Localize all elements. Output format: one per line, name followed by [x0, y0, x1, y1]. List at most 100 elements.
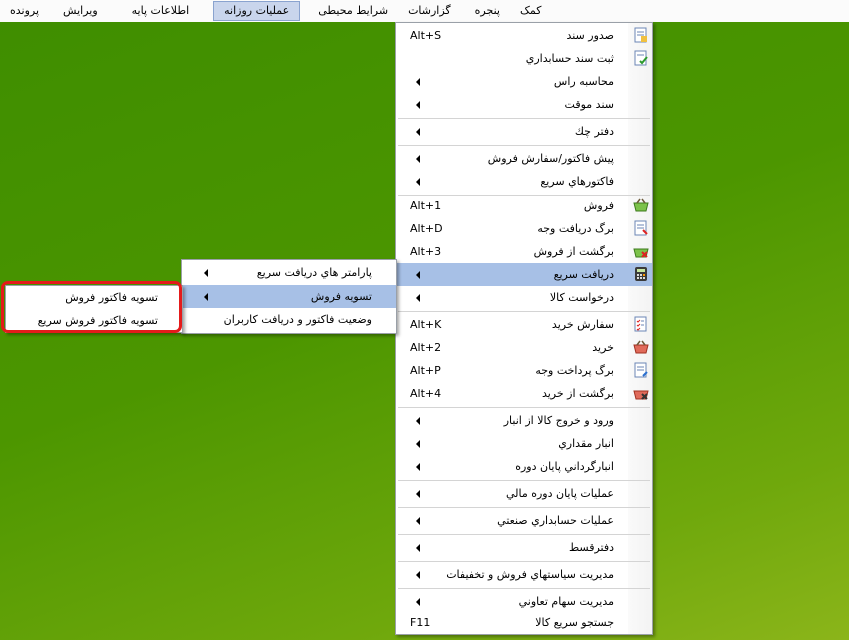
- menu-item-label: عمليات حسابداري صنعتي: [497, 514, 614, 527]
- menu-item-label: فاكتورهاي سريع: [540, 175, 614, 188]
- shortcut-text: Alt+3: [410, 245, 442, 258]
- menu-item-label: ثبت سند حسابداري: [525, 52, 614, 65]
- receipt-icon: [634, 220, 648, 236]
- quick-receive-submenu: پارامتر هاي دريافت سريع تسويه فروش وضعيت…: [181, 259, 397, 334]
- menu-item-installment-book[interactable]: دفترقسط: [396, 536, 652, 559]
- menu-item-quick-goods-search[interactable]: F11 جستجو سريع كالا: [396, 611, 652, 634]
- menu-item-sales[interactable]: Alt+1 فروش: [396, 194, 652, 217]
- submenu-arrow-icon: [416, 78, 420, 86]
- menu-item-label: سفارش خريد: [551, 318, 614, 331]
- menu-item-sales-policy-management[interactable]: مديريت سياستهاي فروش و تخفيفات: [396, 563, 652, 586]
- menu-item-label: انبار مقداري: [558, 437, 614, 450]
- submenu-arrow-icon: [416, 294, 420, 302]
- menu-item-checkbook[interactable]: دفتر چك: [396, 120, 652, 143]
- menu-item-period-end-stocktaking[interactable]: انبارگرداني پايان دوره: [396, 455, 652, 478]
- daily-operations-menu: Alt+S صدور سند ثبت سند حسابداري محاسبه ر…: [395, 22, 653, 635]
- menu-item-issue-voucher[interactable]: Alt+S صدور سند: [396, 24, 652, 47]
- menu-item-register-accounting-voucher[interactable]: ثبت سند حسابداري: [396, 47, 652, 70]
- shortcut-text: Alt+2: [410, 341, 442, 354]
- menu-item-label: برگشت از فروش: [533, 245, 614, 258]
- submenu-arrow-icon: [416, 440, 420, 448]
- menu-item-ras-calculation[interactable]: محاسبه راس: [396, 70, 652, 93]
- menu-file[interactable]: پرونده: [0, 1, 49, 21]
- document-check-icon: [634, 50, 648, 66]
- menu-item-label: برگشت از خريد: [541, 387, 614, 400]
- submenu-arrow-icon: [416, 463, 420, 471]
- menu-item-proforma-sales-order[interactable]: پيش فاكتور/سفارش فروش: [396, 147, 652, 170]
- highlight-callout-box: [1, 281, 182, 333]
- menu-separator: [398, 534, 650, 535]
- menu-item-label: جستجو سريع كالا: [535, 616, 614, 629]
- submenu-arrow-icon: [416, 101, 420, 109]
- menubar: پرونده ویرایش اطلاعات پایه عملیات روزانه…: [0, 0, 849, 23]
- menu-item-cooperative-shares[interactable]: مديريت سهام تعاوني: [396, 590, 652, 613]
- menu-item-purchase-order[interactable]: Alt+K سفارش خريد: [396, 313, 652, 336]
- shortcut-text: F11: [410, 616, 431, 629]
- menu-item-label: برگ دريافت وجه: [537, 222, 614, 235]
- menu-separator: [398, 145, 650, 146]
- submenu-arrow-icon: [204, 293, 208, 301]
- submenu-arrow-icon: [416, 417, 420, 425]
- checklist-icon: [634, 316, 647, 332]
- basket-red-return-icon: [633, 390, 649, 400]
- menu-item-label: وضعيت فاكتور و دريافت كاربران: [223, 313, 372, 326]
- submenu-item-sales-settlement[interactable]: تسويه فروش: [182, 285, 396, 308]
- shortcut-text: Alt+P: [410, 364, 441, 377]
- menu-item-payment-voucher[interactable]: Alt+P برگ پرداخت وجه: [396, 359, 652, 382]
- menu-item-receipt-voucher[interactable]: Alt+D برگ دريافت وجه: [396, 217, 652, 240]
- menu-item-quick-receive[interactable]: دريافت سريع: [396, 263, 652, 286]
- submenu-item-quick-receive-params[interactable]: پارامتر هاي دريافت سريع: [182, 261, 396, 284]
- menu-item-label: انبارگرداني پايان دوره: [515, 460, 614, 473]
- menu-item-label: درخواست كالا: [549, 291, 614, 304]
- menu-separator: [398, 480, 650, 481]
- submenu-arrow-icon: [416, 517, 420, 525]
- menu-reports[interactable]: گزارشات: [398, 1, 461, 21]
- menu-item-quick-invoices[interactable]: فاكتورهاي سريع: [396, 170, 652, 193]
- menu-environment[interactable]: شرایط محیطی: [308, 1, 398, 21]
- menu-item-warehouse-in-out[interactable]: ورود و خروج كالا از انبار: [396, 409, 652, 432]
- submenu-arrow-icon: [204, 269, 208, 277]
- payment-icon: [634, 362, 648, 378]
- menu-item-label: پيش فاكتور/سفارش فروش: [487, 152, 614, 165]
- shortcut-text: Alt+K: [410, 318, 442, 331]
- menu-separator: [398, 311, 650, 312]
- menu-item-temporary-voucher[interactable]: سند موقت: [396, 93, 652, 116]
- calculator-icon: [635, 267, 647, 281]
- menu-item-goods-request[interactable]: درخواست كالا: [396, 286, 652, 309]
- submenu-arrow-icon: [416, 271, 420, 279]
- menu-item-label: برگ پرداخت وجه: [535, 364, 614, 377]
- shortcut-text: Alt+S: [410, 29, 442, 42]
- menu-separator: [398, 407, 650, 408]
- menu-base-info[interactable]: اطلاعات پایه: [122, 1, 200, 21]
- submenu-item-invoice-user-status[interactable]: وضعيت فاكتور و دريافت كاربران: [182, 308, 396, 331]
- menu-item-industrial-accounting[interactable]: عمليات حسابداري صنعتي: [396, 509, 652, 532]
- menu-help[interactable]: کمک: [510, 1, 551, 21]
- menu-edit[interactable]: ویرایش: [53, 1, 108, 21]
- menu-separator: [398, 507, 650, 508]
- menu-item-label: ورود و خروج كالا از انبار: [503, 414, 614, 427]
- menu-item-fiscal-period-end[interactable]: عمليات پايان دوره مالي: [396, 482, 652, 505]
- menu-item-label: فروش: [583, 199, 614, 212]
- submenu-arrow-icon: [416, 178, 420, 186]
- menu-item-quantity-warehouse[interactable]: انبار مقداري: [396, 432, 652, 455]
- basket-red-icon: [633, 340, 649, 354]
- document-icon: [634, 27, 647, 43]
- menu-item-label: پارامتر هاي دريافت سريع: [256, 266, 372, 279]
- submenu-arrow-icon: [416, 490, 420, 498]
- menu-item-label: دريافت سريع: [553, 268, 614, 281]
- menu-item-purchase[interactable]: Alt+2 خريد: [396, 336, 652, 359]
- menu-item-label: محاسبه راس: [553, 75, 614, 88]
- submenu-arrow-icon: [416, 544, 420, 552]
- menu-separator: [398, 561, 650, 562]
- menu-item-sales-return[interactable]: Alt+3 برگشت از فروش: [396, 240, 652, 263]
- menu-item-label: دفترقسط: [568, 541, 614, 554]
- shortcut-text: Alt+4: [410, 387, 442, 400]
- submenu-arrow-icon: [416, 598, 420, 606]
- submenu-arrow-icon: [416, 571, 420, 579]
- menu-item-label: دفتر چك: [574, 125, 614, 138]
- menu-item-purchase-return[interactable]: Alt+4 برگشت از خريد: [396, 382, 652, 405]
- menu-window[interactable]: پنجره: [465, 1, 510, 21]
- shortcut-text: Alt+D: [410, 222, 443, 235]
- menu-item-label: مديريت سياستهاي فروش و تخفيفات: [446, 568, 614, 581]
- menu-daily-operations[interactable]: عملیات روزانه: [213, 1, 301, 21]
